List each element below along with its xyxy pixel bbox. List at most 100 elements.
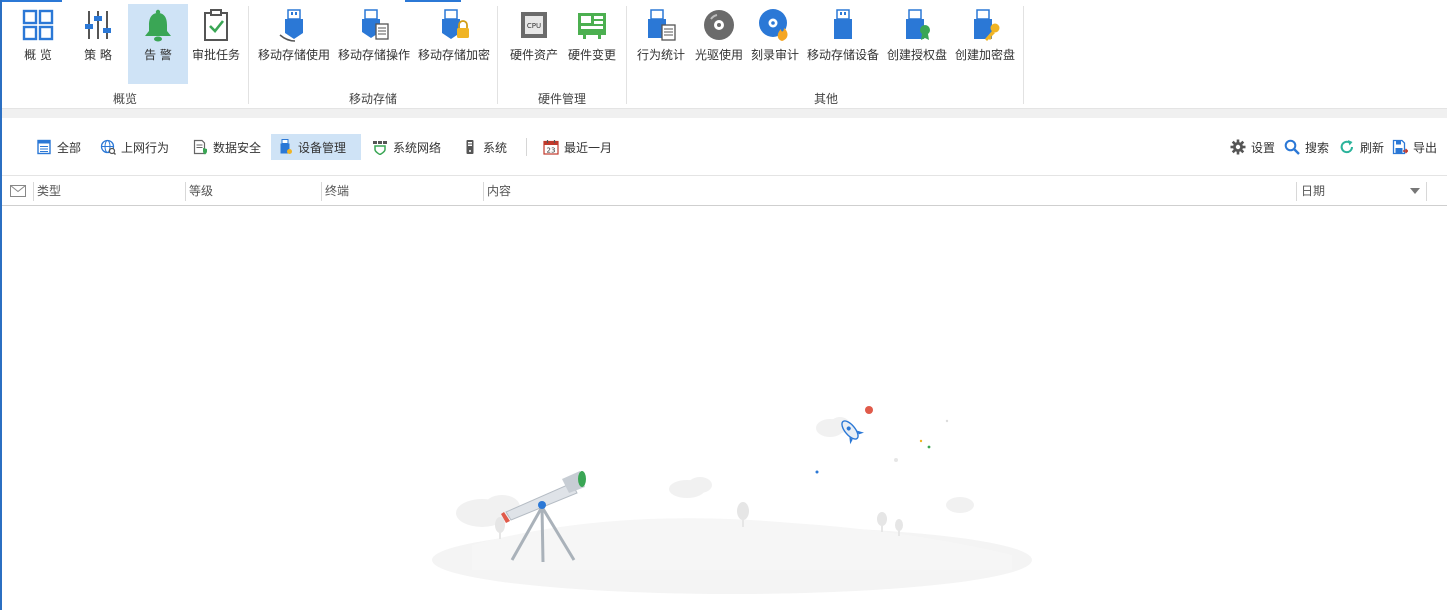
gear-icon (1230, 139, 1246, 155)
search-label: 搜索 (1305, 140, 1330, 155)
refresh-button[interactable]: 刷新 (1333, 134, 1392, 160)
export-button[interactable]: 导出 (1386, 134, 1445, 160)
list-icon (37, 139, 51, 155)
server-icon (466, 140, 474, 154)
calendar-icon: 23 (543, 140, 559, 155)
overview-button[interactable]: 概 览 (12, 4, 64, 84)
column-divider (1296, 182, 1297, 201)
disc-icon (704, 10, 734, 40)
hardware-assets-button[interactable]: CPU 硬件资产 (505, 4, 563, 84)
ribbon-divider (248, 6, 249, 104)
approval-tasks-button[interactable]: 审批任务 (190, 4, 242, 84)
group-label-hardware: 硬件管理 (537, 92, 586, 106)
ribbon-group-overview: 概 览 策 略 告 警 审批任务 概览 (2, 0, 248, 108)
clipboard-check-icon (204, 9, 228, 41)
filter-all-label: 全部 (57, 140, 82, 155)
refresh-label: 刷新 (1360, 140, 1385, 155)
usb-doc-icon (362, 9, 389, 40)
column-divider (1426, 182, 1427, 201)
usb-stats-icon (648, 9, 676, 41)
usb-auth-icon (906, 9, 930, 40)
disc-burn-icon (759, 9, 788, 41)
column-header-content[interactable]: 内容 (484, 177, 1294, 206)
bell-icon (145, 9, 171, 42)
refresh-icon (1340, 140, 1353, 154)
group-label-overview: 概览 (112, 92, 137, 106)
burn-audit-label: 刻录审计 (750, 48, 799, 62)
alert-label: 告 警 (144, 48, 172, 62)
storage-usage-button[interactable]: 移动存储使用 (254, 4, 334, 84)
usb-key-icon (974, 9, 1000, 41)
filter-system-network-button[interactable]: 系统网络 (366, 134, 449, 160)
ribbon-divider (1023, 6, 1024, 104)
settings-button[interactable]: 设置 (1224, 134, 1283, 160)
globe-icon (100, 139, 116, 155)
search-icon (1284, 139, 1300, 155)
overview-label: 概 览 (24, 48, 52, 62)
export-label: 导出 (1413, 140, 1438, 155)
network-shield-icon (373, 141, 387, 155)
date-range-label: 最近一月 (564, 140, 613, 155)
ribbon-group-removable-storage: 移动存储使用 移动存储操作 移动存储加密 移动存储 (250, 0, 496, 108)
optical-drive-label: 光驱使用 (694, 48, 743, 62)
document-shield-icon (193, 139, 207, 155)
calendar-day-text: 23 (547, 147, 556, 155)
storage-usage-label: 移动存储使用 (257, 48, 330, 62)
grid-icon (22, 9, 54, 41)
chevron-down-icon[interactable] (1410, 188, 1420, 195)
toolbar-divider (526, 138, 527, 156)
usb-device-icon (834, 9, 852, 39)
storage-operation-label: 移动存储操作 (337, 48, 410, 62)
ribbon-group-other: 行为统计 光驱使用 刻录审计 移动存储设备 创建授权盘 创建加密盘 其他 (628, 0, 1024, 108)
storage-encryption-button[interactable]: 移动存储加密 (414, 4, 494, 84)
hardware-change-button[interactable]: 硬件变更 (563, 4, 621, 84)
hardware-change-label: 硬件变更 (567, 48, 616, 62)
column-header-level[interactable]: 等级 (186, 177, 320, 206)
usb-icon (279, 9, 303, 42)
policy-button[interactable]: 策 略 (72, 4, 124, 84)
create-auth-disk-button[interactable]: 创建授权盘 (884, 4, 950, 84)
filter-device-management-button[interactable]: 设备管理 (271, 134, 361, 160)
group-label-removable-storage: 移动存储 (348, 92, 397, 106)
column-header-type[interactable]: 类型 (34, 177, 184, 206)
svg-text:CPU: CPU (527, 22, 541, 30)
date-range-button[interactable]: 23 最近一月 (537, 134, 620, 160)
ribbon-bottom-bar (2, 108, 1447, 118)
group-label-other: 其他 (813, 92, 838, 106)
removable-device-label: 移动存储设备 (806, 48, 879, 62)
storage-encryption-label: 移动存储加密 (417, 48, 490, 62)
storage-operation-button[interactable]: 移动存储操作 (334, 4, 414, 84)
approval-tasks-label: 审批任务 (191, 48, 240, 62)
filter-system-button[interactable]: 系统 (456, 134, 515, 160)
ribbon: 概 览 策 略 告 警 审批任务 概览 移动存储使用 移动存储操作 移动存储加密… (2, 0, 1447, 110)
filter-toolbar: 全部 上网行为 数据安全 设备管理 系统网络 系统 23 最近一月 设置 搜索 … (2, 118, 1447, 176)
policy-label: 策 略 (84, 48, 112, 62)
filter-device-management-label: 设备管理 (298, 140, 347, 155)
create-encrypted-disk-button[interactable]: 创建加密盘 (952, 4, 1018, 84)
filter-data-security-button[interactable]: 数据安全 (186, 134, 269, 160)
export-icon (1392, 139, 1408, 155)
ribbon-divider (497, 6, 498, 104)
behavior-stats-button[interactable]: 行为统计 (632, 4, 690, 84)
filter-web-behavior-label: 上网行为 (121, 140, 170, 155)
search-button[interactable]: 搜索 (1278, 134, 1337, 160)
ribbon-divider (626, 6, 627, 104)
envelope-icon[interactable] (10, 185, 26, 197)
ribbon-group-hardware: CPU 硬件资产 硬件变更 硬件管理 (499, 0, 625, 108)
alert-button[interactable]: 告 警 (128, 4, 188, 84)
column-header-terminal[interactable]: 终端 (322, 177, 482, 206)
column-header-date[interactable]: 日期 (1298, 177, 1426, 206)
removable-device-button[interactable]: 移动存储设备 (804, 4, 882, 84)
optical-drive-button[interactable]: 光驱使用 (692, 4, 746, 84)
cpu-icon: CPU (521, 12, 547, 38)
usb-small-icon (280, 139, 292, 154)
filter-system-label: 系统 (483, 140, 508, 155)
create-auth-disk-label: 创建授权盘 (886, 48, 947, 62)
table-header: 类型 等级 终端 内容 日期 (2, 177, 1447, 206)
filter-web-behavior-button[interactable]: 上网行为 (94, 134, 177, 160)
behavior-stats-label: 行为统计 (636, 48, 685, 62)
filter-all-button[interactable]: 全部 (30, 134, 89, 160)
usb-lock-icon (442, 9, 469, 39)
empty-state-illustration (432, 406, 1032, 594)
burn-audit-button[interactable]: 刻录审计 (748, 4, 802, 84)
